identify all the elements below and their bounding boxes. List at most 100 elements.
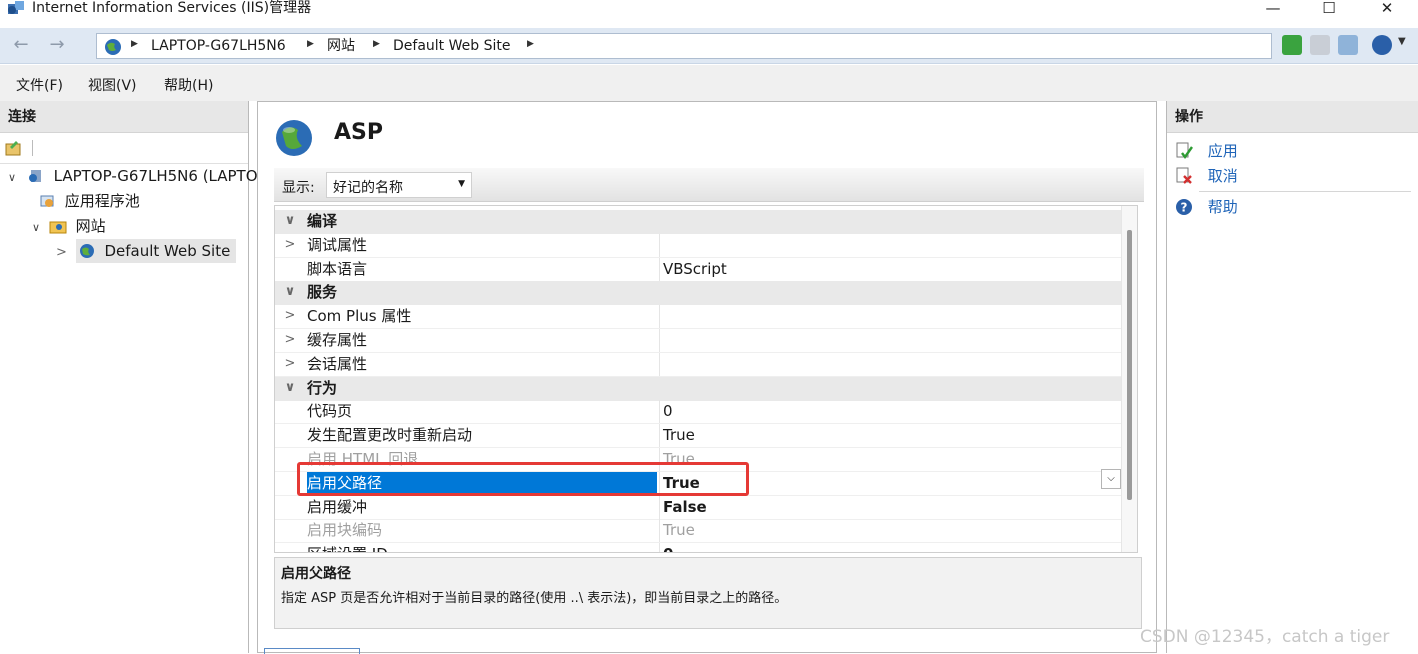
breadcrumb-arrow-icon: ▶ [527, 39, 534, 49]
breadcrumb-site[interactable]: Default Web Site [393, 37, 510, 55]
display-mode-select[interactable]: 好记的名称 ▼ [326, 172, 472, 198]
tree-item-label: 网站 [75, 217, 106, 235]
property-value[interactable]: False [659, 495, 1123, 519]
minimize-button[interactable]: — [1248, 0, 1298, 18]
help-action[interactable]: ? 帮助 [1175, 195, 1238, 219]
chevron-down-icon[interactable]: ∨ [8, 171, 16, 184]
property-description-panel: 启用父路径 指定 ASP 页是否允许相对于当前目录的路径(使用 ..\ 表示法)… [274, 557, 1142, 629]
property-name: 调试属性 [307, 235, 368, 254]
property-name: 发生配置更改时重新启动 [307, 426, 473, 445]
property-name: 编译 [307, 212, 338, 230]
apply-label: 应用 [1207, 142, 1238, 160]
chevron-down-icon[interactable]: ∨ [281, 210, 299, 232]
vertical-scrollbar[interactable] [1121, 206, 1137, 552]
svg-text:?: ? [1181, 201, 1188, 215]
tree-item-label: 应用程序池 [64, 192, 140, 210]
property-category[interactable]: ∨ 行为 [275, 376, 1123, 401]
property-name: 脚本语言 [307, 259, 368, 278]
property-value[interactable]: VBScript [659, 257, 1123, 281]
folder-icon [49, 221, 67, 234]
property-value[interactable] [659, 305, 1123, 329]
breadcrumb-sites[interactable]: 网站 [327, 37, 355, 55]
chevron-right-icon[interactable]: > [281, 353, 299, 375]
app-pool-icon [40, 195, 54, 207]
property-value[interactable]: 0 [659, 400, 1123, 424]
cancel-label: 取消 [1207, 167, 1238, 185]
property-category[interactable]: ∨ 编译 [275, 210, 1123, 234]
apply-icon [1176, 142, 1193, 160]
connections-pane: 连接 ∨ LAPTOP-G67LH5N6 (LAPTO 应用程序池 ∨ 网站 >… [0, 101, 258, 653]
forward-button[interactable]: → [42, 34, 72, 58]
tree-item-sites[interactable]: ∨ 网站 [32, 214, 106, 238]
description-title: 启用父路径 [281, 566, 351, 582]
tree-item-default-web-site[interactable]: > Default Web Site [56, 239, 237, 263]
chevron-right-icon[interactable]: > [281, 329, 299, 351]
property-name: 启用块编码 [307, 521, 383, 540]
property-row[interactable]: > Com Plus 属性 [275, 305, 1123, 330]
chevron-right-icon[interactable]: > [281, 234, 299, 256]
description-text: 指定 ASP 页是否允许相对于当前目录的路径(使用 ..\ 表示法)，即当前目录… [281, 591, 788, 606]
toolbar-divider [32, 140, 33, 156]
features-view-tab[interactable] [264, 648, 360, 654]
property-category[interactable]: ∨ 服务 [275, 281, 1123, 306]
chevron-right-icon[interactable]: > [56, 245, 67, 260]
property-row[interactable]: 启用缓冲 False [275, 495, 1123, 520]
property-value[interactable]: 0 [659, 543, 1123, 552]
chevron-right-icon[interactable]: > [281, 305, 299, 327]
tree-item-label: Default Web Site [104, 242, 231, 260]
property-grid[interactable]: ∨ 编译 > 调试属性 脚本语言 VBScript ∨ 服务 > Com Plus 属性 > 缓存属性… [274, 205, 1138, 553]
back-button[interactable]: ← [6, 34, 36, 58]
display-filter-bar: 显示: 好记的名称 ▼ [274, 168, 1144, 202]
chevron-down-icon[interactable]: ▼ [1398, 36, 1406, 47]
menu-help[interactable]: 帮助(H) [164, 75, 213, 95]
actions-header: 操作 [1167, 101, 1418, 133]
property-row[interactable]: 脚本语言 VBScript [275, 257, 1123, 282]
new-connection-icon[interactable] [4, 139, 24, 157]
property-value[interactable] [659, 329, 1123, 352]
property-value[interactable]: True [659, 519, 1123, 543]
property-row[interactable]: 启用块编码 True [275, 519, 1123, 544]
value-dropdown-button[interactable]: ⌵ [1101, 469, 1121, 489]
menu-file[interactable]: 文件(F) [16, 75, 63, 95]
globe-icon [79, 244, 94, 258]
refresh-icon[interactable] [1282, 35, 1302, 55]
home-icon[interactable] [1338, 35, 1358, 55]
chevron-down-icon: ▼ [458, 179, 465, 189]
chevron-down-icon[interactable]: ∨ [32, 221, 40, 234]
address-bar[interactable]: ▶ LAPTOP-G67LH5N6 ▶ 网站 ▶ Default Web Sit… [96, 33, 1272, 59]
actions-divider [1199, 191, 1411, 192]
property-value[interactable] [659, 233, 1123, 257]
property-row[interactable]: 代码页 0 [275, 400, 1123, 425]
stop-icon[interactable] [1310, 35, 1330, 55]
cancel-action[interactable]: 取消 [1175, 164, 1238, 188]
maximize-button[interactable]: ☐ [1304, 0, 1354, 18]
menu-view[interactable]: 视图(V) [88, 75, 137, 95]
chevron-down-icon[interactable]: ∨ [281, 377, 299, 399]
breadcrumb-server[interactable]: LAPTOP-G67LH5N6 [151, 37, 286, 55]
tree-item-app-pools[interactable]: 应用程序池 [38, 189, 140, 213]
property-value[interactable]: True [659, 424, 1123, 448]
watermark: CSDN @12345，catch a tiger [1140, 627, 1390, 647]
iis-app-icon [8, 1, 24, 14]
property-row[interactable]: > 调试属性 [275, 233, 1123, 258]
help-icon[interactable] [1372, 35, 1392, 55]
property-name: 启用缓冲 [307, 497, 368, 516]
globe-icon [276, 120, 312, 156]
property-name: 会话属性 [307, 354, 368, 373]
property-name: 缓存属性 [307, 331, 368, 349]
tree-item-label: LAPTOP-G67LH5N6 (LAPTO [53, 167, 258, 185]
property-value[interactable] [659, 352, 1123, 376]
chevron-down-icon[interactable]: ∨ [281, 281, 299, 303]
feature-pane: ASP 显示: 好记的名称 ▼ ∨ 编译 > 调试属性 脚本语言 VBScript ∨ 服务 >… [257, 101, 1157, 654]
apply-action[interactable]: 应用 [1175, 139, 1238, 163]
scrollbar-thumb[interactable] [1127, 230, 1132, 500]
selected-node[interactable]: Default Web Site [75, 239, 237, 263]
property-row[interactable]: > 会话属性 [275, 352, 1123, 377]
window-title: Internet Information Services (IIS)管理器 [32, 0, 312, 16]
property-row[interactable]: 发生配置更改时重新启动 True [275, 424, 1123, 449]
property-row[interactable]: 区域设置 ID0 [275, 543, 1123, 552]
property-row[interactable]: > 缓存属性 [275, 329, 1123, 353]
tree-item-server[interactable]: ∨ LAPTOP-G67LH5N6 (LAPTO [8, 164, 258, 188]
close-button[interactable]: ✕ [1362, 0, 1412, 18]
display-label: 显示: [282, 180, 315, 196]
